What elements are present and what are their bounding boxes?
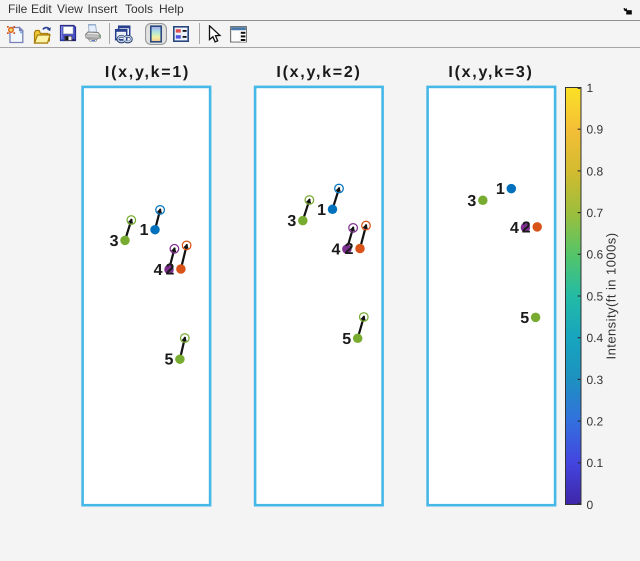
svg-text:I(x,y,k=1): I(x,y,k=1) xyxy=(105,64,190,81)
svg-text:4: 4 xyxy=(331,242,340,259)
svg-text:0.5: 0.5 xyxy=(587,289,604,303)
svg-text:4: 4 xyxy=(154,262,163,279)
svg-text:I(x,y,k=3): I(x,y,k=3) xyxy=(448,64,533,81)
svg-text:0.7: 0.7 xyxy=(587,206,604,220)
svg-text:3: 3 xyxy=(110,233,119,250)
svg-text:0.1: 0.1 xyxy=(587,456,604,470)
svg-text:5: 5 xyxy=(342,331,351,348)
svg-text:0.9: 0.9 xyxy=(587,123,604,137)
svg-text:0.3: 0.3 xyxy=(587,373,604,387)
svg-text:1: 1 xyxy=(140,222,149,239)
svg-text:1: 1 xyxy=(317,202,326,219)
svg-text:3: 3 xyxy=(467,193,476,210)
svg-text:1: 1 xyxy=(587,81,594,95)
svg-text:0.6: 0.6 xyxy=(587,248,604,262)
svg-text:5: 5 xyxy=(520,310,529,327)
svg-text:2: 2 xyxy=(165,262,174,279)
svg-text:2: 2 xyxy=(345,241,354,258)
svg-text:4: 4 xyxy=(510,220,519,237)
svg-text:2: 2 xyxy=(522,219,531,236)
svg-text:I(x,y,k=2): I(x,y,k=2) xyxy=(276,64,361,81)
svg-text:0: 0 xyxy=(587,498,594,512)
svg-text:0.4: 0.4 xyxy=(587,331,604,345)
svg-text:0.8: 0.8 xyxy=(587,164,604,178)
svg-text:3: 3 xyxy=(287,213,296,230)
svg-text:Intensity(ft in 1000s): Intensity(ft in 1000s) xyxy=(604,233,619,360)
svg-text:5: 5 xyxy=(164,352,173,369)
svg-text:1: 1 xyxy=(496,181,505,198)
svg-text:0.2: 0.2 xyxy=(587,415,604,429)
